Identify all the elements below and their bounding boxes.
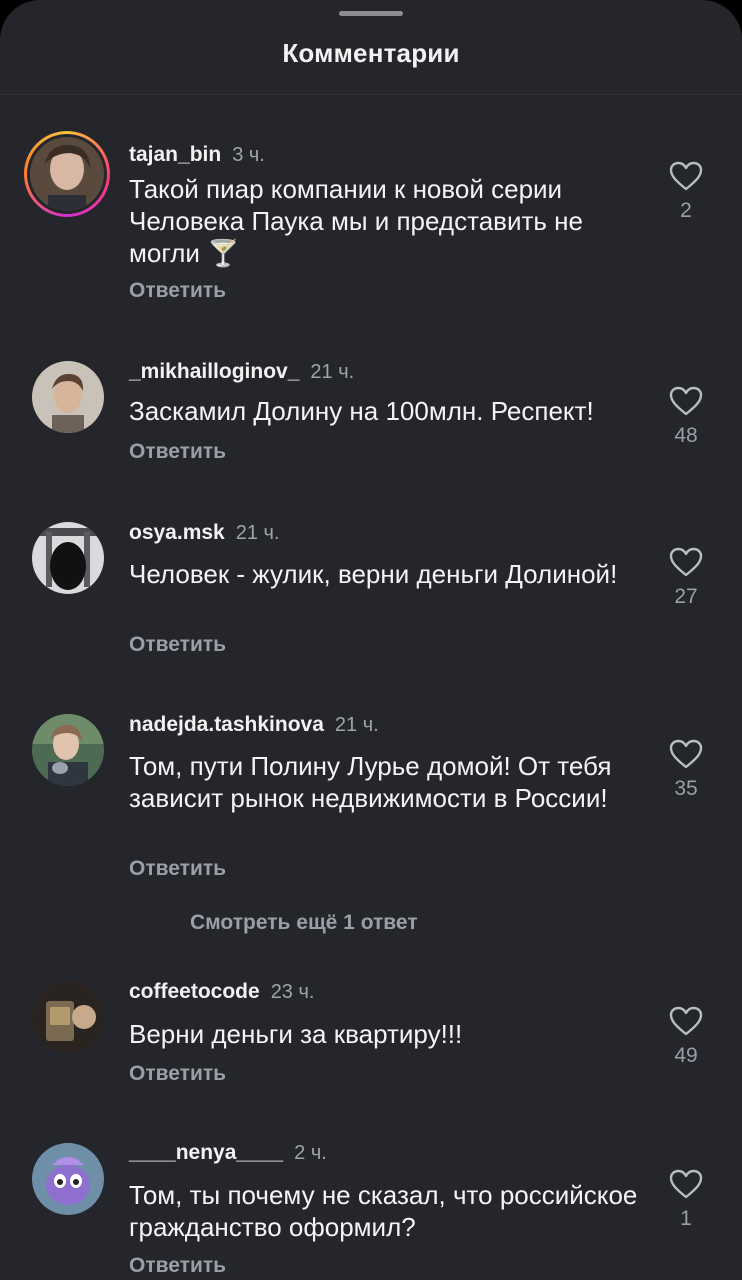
comments-sheet: Комментарии tajan_bin 3 ч. Такой пиар ко… [0, 0, 742, 1280]
like-button[interactable]: 2 [664, 161, 708, 223]
like-count: 48 [674, 424, 698, 447]
comment-time: 21 ч. [334, 714, 379, 736]
like-button[interactable]: 49 [664, 1006, 708, 1068]
drag-handle[interactable] [339, 11, 403, 16]
header-divider [0, 94, 742, 95]
comment-time: 3 ч. [232, 144, 265, 166]
heart-outline-icon [669, 739, 703, 769]
reply-button[interactable]: Ответить [129, 1062, 226, 1086]
comment-text: Том, пути Полину Лурье домой! От тебя за… [129, 751, 612, 813]
comment-text: Человек - жулик, верни деньги Долиной! [129, 559, 618, 589]
reply-button[interactable]: Ответить [129, 633, 226, 657]
avatar[interactable] [32, 714, 104, 786]
like-count: 1 [680, 1207, 692, 1230]
reply-button[interactable]: Ответить [129, 279, 226, 303]
reply-button[interactable]: Ответить [129, 440, 226, 464]
heart-outline-icon [669, 1169, 703, 1199]
comment-username[interactable]: coffeetocode [129, 980, 260, 1004]
comment-text: Верни деньги за квартиру!!! [129, 1019, 463, 1049]
comment-time: 23 ч. [270, 981, 315, 1003]
comment-text: Заскамил Долину на 100млн. Респект! [129, 396, 594, 426]
comment-username[interactable]: _mikhailloginov_ [129, 360, 299, 384]
like-button[interactable]: 27 [664, 547, 708, 609]
comment-username[interactable]: nadejda.tashkinova [129, 713, 324, 737]
comment-text: Том, ты почему не сказал, что российское… [129, 1180, 638, 1242]
comment-username[interactable]: osya.msk [129, 521, 225, 545]
comment-text: Такой пиар компании к новой серии Челове… [129, 174, 583, 268]
avatar[interactable] [32, 1143, 104, 1215]
reply-button[interactable]: Ответить [129, 857, 226, 881]
like-button[interactable]: 48 [664, 386, 708, 448]
heart-outline-icon [669, 386, 703, 416]
like-count: 27 [674, 585, 698, 608]
comment-username[interactable]: tajan_bin [129, 143, 221, 167]
avatar[interactable] [32, 522, 104, 594]
like-button[interactable]: 35 [664, 739, 708, 801]
comment-time: 21 ч. [310, 361, 355, 383]
like-button[interactable]: 1 [664, 1169, 708, 1231]
avatar[interactable] [32, 361, 104, 433]
heart-outline-icon [669, 547, 703, 577]
comment-time: 21 ч. [235, 522, 280, 544]
comment-time: 2 ч. [294, 1142, 327, 1164]
like-count: 35 [674, 777, 698, 800]
like-count: 49 [674, 1044, 698, 1067]
avatar-story-ring[interactable] [24, 131, 110, 217]
view-more-replies-button[interactable]: Смотреть ещё 1 ответ [190, 911, 418, 935]
sheet-title: Комментарии [282, 38, 460, 68]
avatar[interactable] [32, 981, 104, 1053]
reply-button[interactable]: Ответить [129, 1254, 226, 1278]
avatar [30, 137, 104, 211]
heart-outline-icon [669, 161, 703, 191]
heart-outline-icon [669, 1006, 703, 1036]
comment-username[interactable]: ____nenya____ [129, 1141, 283, 1165]
like-count: 2 [680, 199, 692, 222]
